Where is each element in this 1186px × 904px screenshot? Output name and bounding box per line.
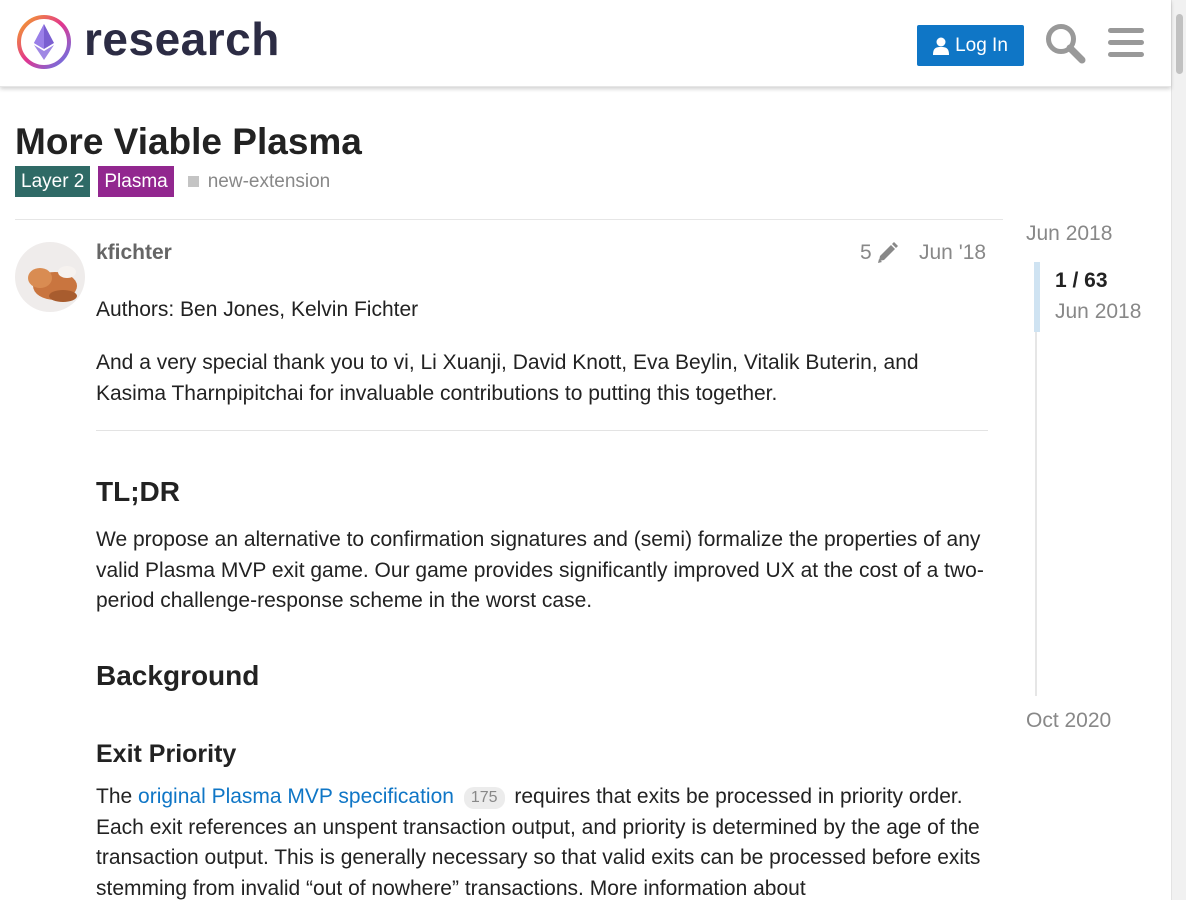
heading-exit-priority: Exit Priority xyxy=(96,740,237,768)
topic-categories-and-tags: Layer 2 Plasma new-extension xyxy=(15,166,330,197)
site-logo[interactable]: research xyxy=(16,14,280,70)
post-author-username[interactable]: kfichter xyxy=(96,241,172,265)
topic-title[interactable]: More Viable Plasma xyxy=(15,120,362,164)
link-click-count: 175 xyxy=(463,787,505,809)
log-in-label: Log In xyxy=(955,34,1008,56)
timeline-start-date[interactable]: Jun 2018 xyxy=(1026,222,1112,246)
scrollbar-thumb[interactable] xyxy=(1176,14,1183,74)
avatar[interactable] xyxy=(15,242,85,312)
edit-count: 5 xyxy=(860,241,872,264)
category-badge-plasma[interactable]: Plasma xyxy=(98,166,174,197)
avatar-image xyxy=(15,242,85,312)
exit-prefix: The xyxy=(96,785,133,808)
tag-new-extension[interactable]: new-extension xyxy=(187,170,331,193)
logo-text: research xyxy=(84,13,280,65)
pencil-icon xyxy=(877,242,898,263)
tag-square-icon xyxy=(187,176,199,187)
heading-background: Background xyxy=(96,660,260,691)
search-icon[interactable] xyxy=(1044,22,1086,64)
exit-priority-paragraph: The original Plasma MVP specification 17… xyxy=(96,782,996,904)
hamburger-menu-icon[interactable] xyxy=(1107,22,1145,64)
timeline-position: 1 / 63 xyxy=(1055,269,1108,292)
post-authors-text: Authors: Ben Jones, Kelvin Fichter xyxy=(96,298,419,321)
post-divider xyxy=(15,219,1003,220)
ethereum-research-logo-icon xyxy=(17,15,71,69)
post-date[interactable]: Jun '18 xyxy=(919,241,986,265)
timeline-position-date: Jun 2018 xyxy=(1055,300,1142,323)
tldr-paragraph: We propose an alternative to confirmatio… xyxy=(96,528,984,612)
plasma-mvp-spec-link[interactable]: original Plasma MVP specification xyxy=(138,785,454,808)
timeline-end-date[interactable]: Oct 2020 xyxy=(1026,709,1111,733)
log-in-button[interactable]: Log In xyxy=(917,25,1024,66)
heading-tldr: TL;DR xyxy=(96,476,180,507)
category-badge-layer-2[interactable]: Layer 2 xyxy=(15,166,91,197)
post-edit-history[interactable]: 5 xyxy=(860,241,900,265)
site-header: research Log In xyxy=(0,0,1171,87)
post-thanks-text: And a very special thank you to vi, Li X… xyxy=(96,351,919,405)
page-scrollbar[interactable] xyxy=(1171,0,1186,900)
horizontal-rule xyxy=(96,430,988,431)
timeline-scroller-handle[interactable] xyxy=(1034,262,1040,332)
user-icon xyxy=(933,37,950,55)
tag-label: new-extension xyxy=(207,170,331,192)
